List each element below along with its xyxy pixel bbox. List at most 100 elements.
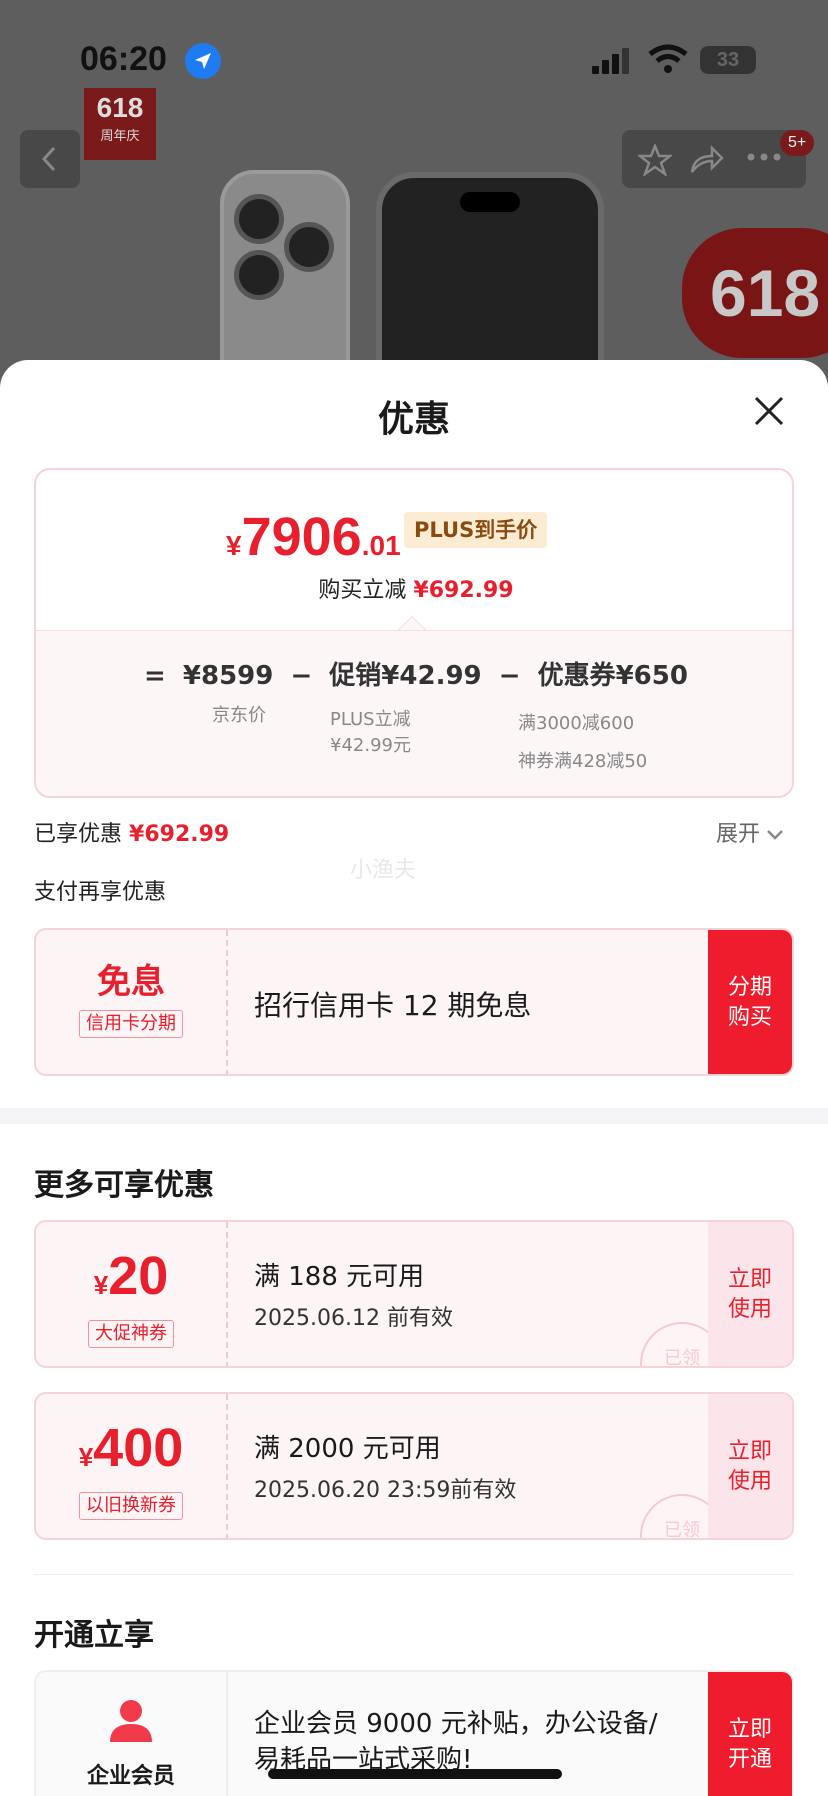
product-image-front [376, 172, 604, 380]
anniv-badge-number: 618 [96, 92, 144, 123]
coupon-expiry: 2025.06.20 23:59前有效 [254, 1478, 517, 1503]
section-divider [0, 1108, 828, 1124]
enjoyed-value: ¥692.99 [129, 822, 230, 847]
membership-label: 企业会员 [86, 1764, 175, 1789]
button-label-line: 立即 [727, 1717, 772, 1742]
price-decimal: .01 [361, 530, 401, 561]
user-icon [110, 1700, 152, 1742]
button-label-line: 使用 [727, 1297, 772, 1322]
price-formula: = ¥8599 − 促销¥42.99 − 优惠券¥650 京东价 PLUS立减 … [36, 630, 792, 796]
installment-buy-button[interactable]: 分期 购买 [708, 930, 792, 1074]
coupon-detail: 满3000减600 神券满428减50 [518, 705, 647, 781]
battery-icon: 33 [700, 46, 756, 74]
minus-sign: − [498, 661, 521, 691]
watermark: 小渔夫 [350, 858, 417, 883]
expand-button[interactable]: 展开 [716, 816, 784, 848]
star-icon[interactable] [638, 144, 672, 176]
button-label-line: 购买 [727, 1005, 772, 1030]
price-breakdown-card: ¥7906.01 PLUS到手价 购买立减 ¥692.99 = ¥8599 − … [34, 468, 794, 798]
open-now-button[interactable]: 立即 开通 [708, 1672, 792, 1796]
purchase-reduction: 购买立减 ¥692.99 [36, 572, 792, 604]
product-image-back [220, 170, 350, 380]
notification-badge: 5+ [780, 130, 815, 156]
expand-label: 展开 [716, 822, 761, 847]
status-time: 06:20 [80, 40, 167, 78]
discount-sheet: 优惠 ¥7906.01 PLUS到手价 购买立减 ¥692.99 = ¥8599… [0, 360, 828, 1796]
coupon-info: 满 188 元可用 2025.06.12 前有效 [254, 1258, 453, 1338]
promo-detail: PLUS立减 ¥42.99元 [330, 707, 411, 759]
promo-detail-line: PLUS立减 [330, 709, 411, 730]
coupon-tag: 以旧换新券 [79, 1492, 183, 1520]
camera-lens [284, 222, 334, 272]
coupon-condition: 满 2000 元可用 [254, 1434, 441, 1464]
pay-section-title: 支付再享优惠 [34, 880, 167, 905]
installment-big: 免息 [97, 962, 165, 1002]
dynamic-island [460, 192, 520, 212]
final-price: ¥7906.01 [226, 506, 401, 568]
price-currency: ¥ [226, 530, 242, 561]
product-page-background: 06:20 33 618 周年庆 5+ 618 [0, 0, 828, 380]
coupon-detail-line: 满3000减600 [518, 713, 635, 734]
promo-detail-line: ¥42.99元 [330, 735, 411, 756]
open-membership-title: 开通立享 [34, 1618, 154, 1653]
share-icon[interactable] [688, 144, 724, 176]
coupon-info: 满 2000 元可用 2025.06.20 23:59前有效 [254, 1430, 516, 1510]
sheet-title: 优惠 [377, 399, 450, 440]
use-now-button[interactable]: 立即 使用 [708, 1222, 792, 1366]
coupon-expiry: 2025.06.12 前有效 [254, 1306, 453, 1331]
jd-price-label: 京东价 [212, 705, 266, 726]
installment-left: 免息 信用卡分期 [36, 930, 228, 1074]
camera-lens [234, 194, 284, 244]
coupon-amount: 20 [108, 1246, 169, 1306]
enjoyed-label: 已享优惠 [34, 822, 123, 847]
minus-sign: − [290, 661, 313, 691]
location-arrow-icon [185, 43, 221, 79]
promo-banner: 618 [682, 228, 828, 358]
coupon-currency: ¥ [93, 1270, 109, 1300]
coupon-amount: 优惠券¥650 [537, 661, 688, 691]
reduce-value: ¥692.99 [413, 578, 514, 603]
coupon-value-area: ¥20 大促神券 [36, 1222, 228, 1366]
installment-card[interactable]: 免息 信用卡分期 招行信用卡 12 期免息 分期 购买 [34, 928, 794, 1076]
button-label-line: 开通 [727, 1747, 772, 1772]
button-label-line: 分期 [727, 975, 772, 1000]
cellular-signal-icon [592, 48, 629, 74]
equals-sign: = [144, 661, 166, 691]
use-now-button[interactable]: 立即 使用 [708, 1394, 792, 1538]
reduce-label: 购买立减 [318, 578, 407, 603]
camera-lens [234, 250, 284, 300]
coupon-condition: 满 188 元可用 [254, 1262, 425, 1292]
wifi-icon [648, 44, 688, 73]
back-button[interactable] [20, 130, 80, 188]
coupon-tag: 大促神券 [88, 1320, 174, 1348]
coupon-value-area: ¥400 以旧换新券 [36, 1394, 228, 1538]
coupon-currency: ¥ [78, 1442, 94, 1472]
coupon-amount: 400 [93, 1418, 184, 1478]
chevron-down-icon [767, 830, 783, 840]
coupon-detail-line: 神券满428减50 [518, 751, 648, 772]
membership-desc: 企业会员 9000 元补贴，办公设备/易耗品一站式采购! [254, 1709, 658, 1775]
anniversary-badge: 618 周年庆 [84, 88, 156, 160]
top-action-group [622, 130, 806, 188]
button-label-line: 立即 [727, 1439, 772, 1464]
installment-tag: 信用卡分期 [79, 1010, 183, 1038]
home-indicator[interactable] [268, 1769, 562, 1779]
promo-amount: 促销¥42.99 [329, 661, 482, 691]
chevron-left-icon [41, 146, 56, 172]
final-price-area: ¥7906.01 PLUS到手价 购买立减 ¥692.99 [36, 470, 792, 630]
more-icon[interactable] [746, 152, 782, 162]
anniv-badge-text: 周年庆 [100, 128, 140, 143]
jd-price: ¥8599 [182, 661, 274, 691]
plus-price-tag: PLUS到手价 [404, 512, 548, 548]
installment-desc: 招行信用卡 12 期免息 [254, 989, 532, 1022]
coupon-card[interactable]: ¥400 以旧换新券 满 2000 元可用 2025.06.20 23:59前有… [34, 1392, 794, 1540]
button-label-line: 立即 [727, 1267, 772, 1292]
coupon-card[interactable]: ¥20 大促神券 满 188 元可用 2025.06.12 前有效 已领 立即 … [34, 1220, 794, 1368]
coupon-value: ¥20 [36, 1248, 226, 1318]
price-integer: 7906 [241, 507, 362, 567]
coupon-value: ¥400 [36, 1420, 226, 1490]
close-icon[interactable] [752, 394, 786, 428]
button-label-line: 使用 [727, 1469, 772, 1494]
divider [34, 1574, 794, 1575]
more-offers-title: 更多可享优惠 [34, 1168, 214, 1203]
